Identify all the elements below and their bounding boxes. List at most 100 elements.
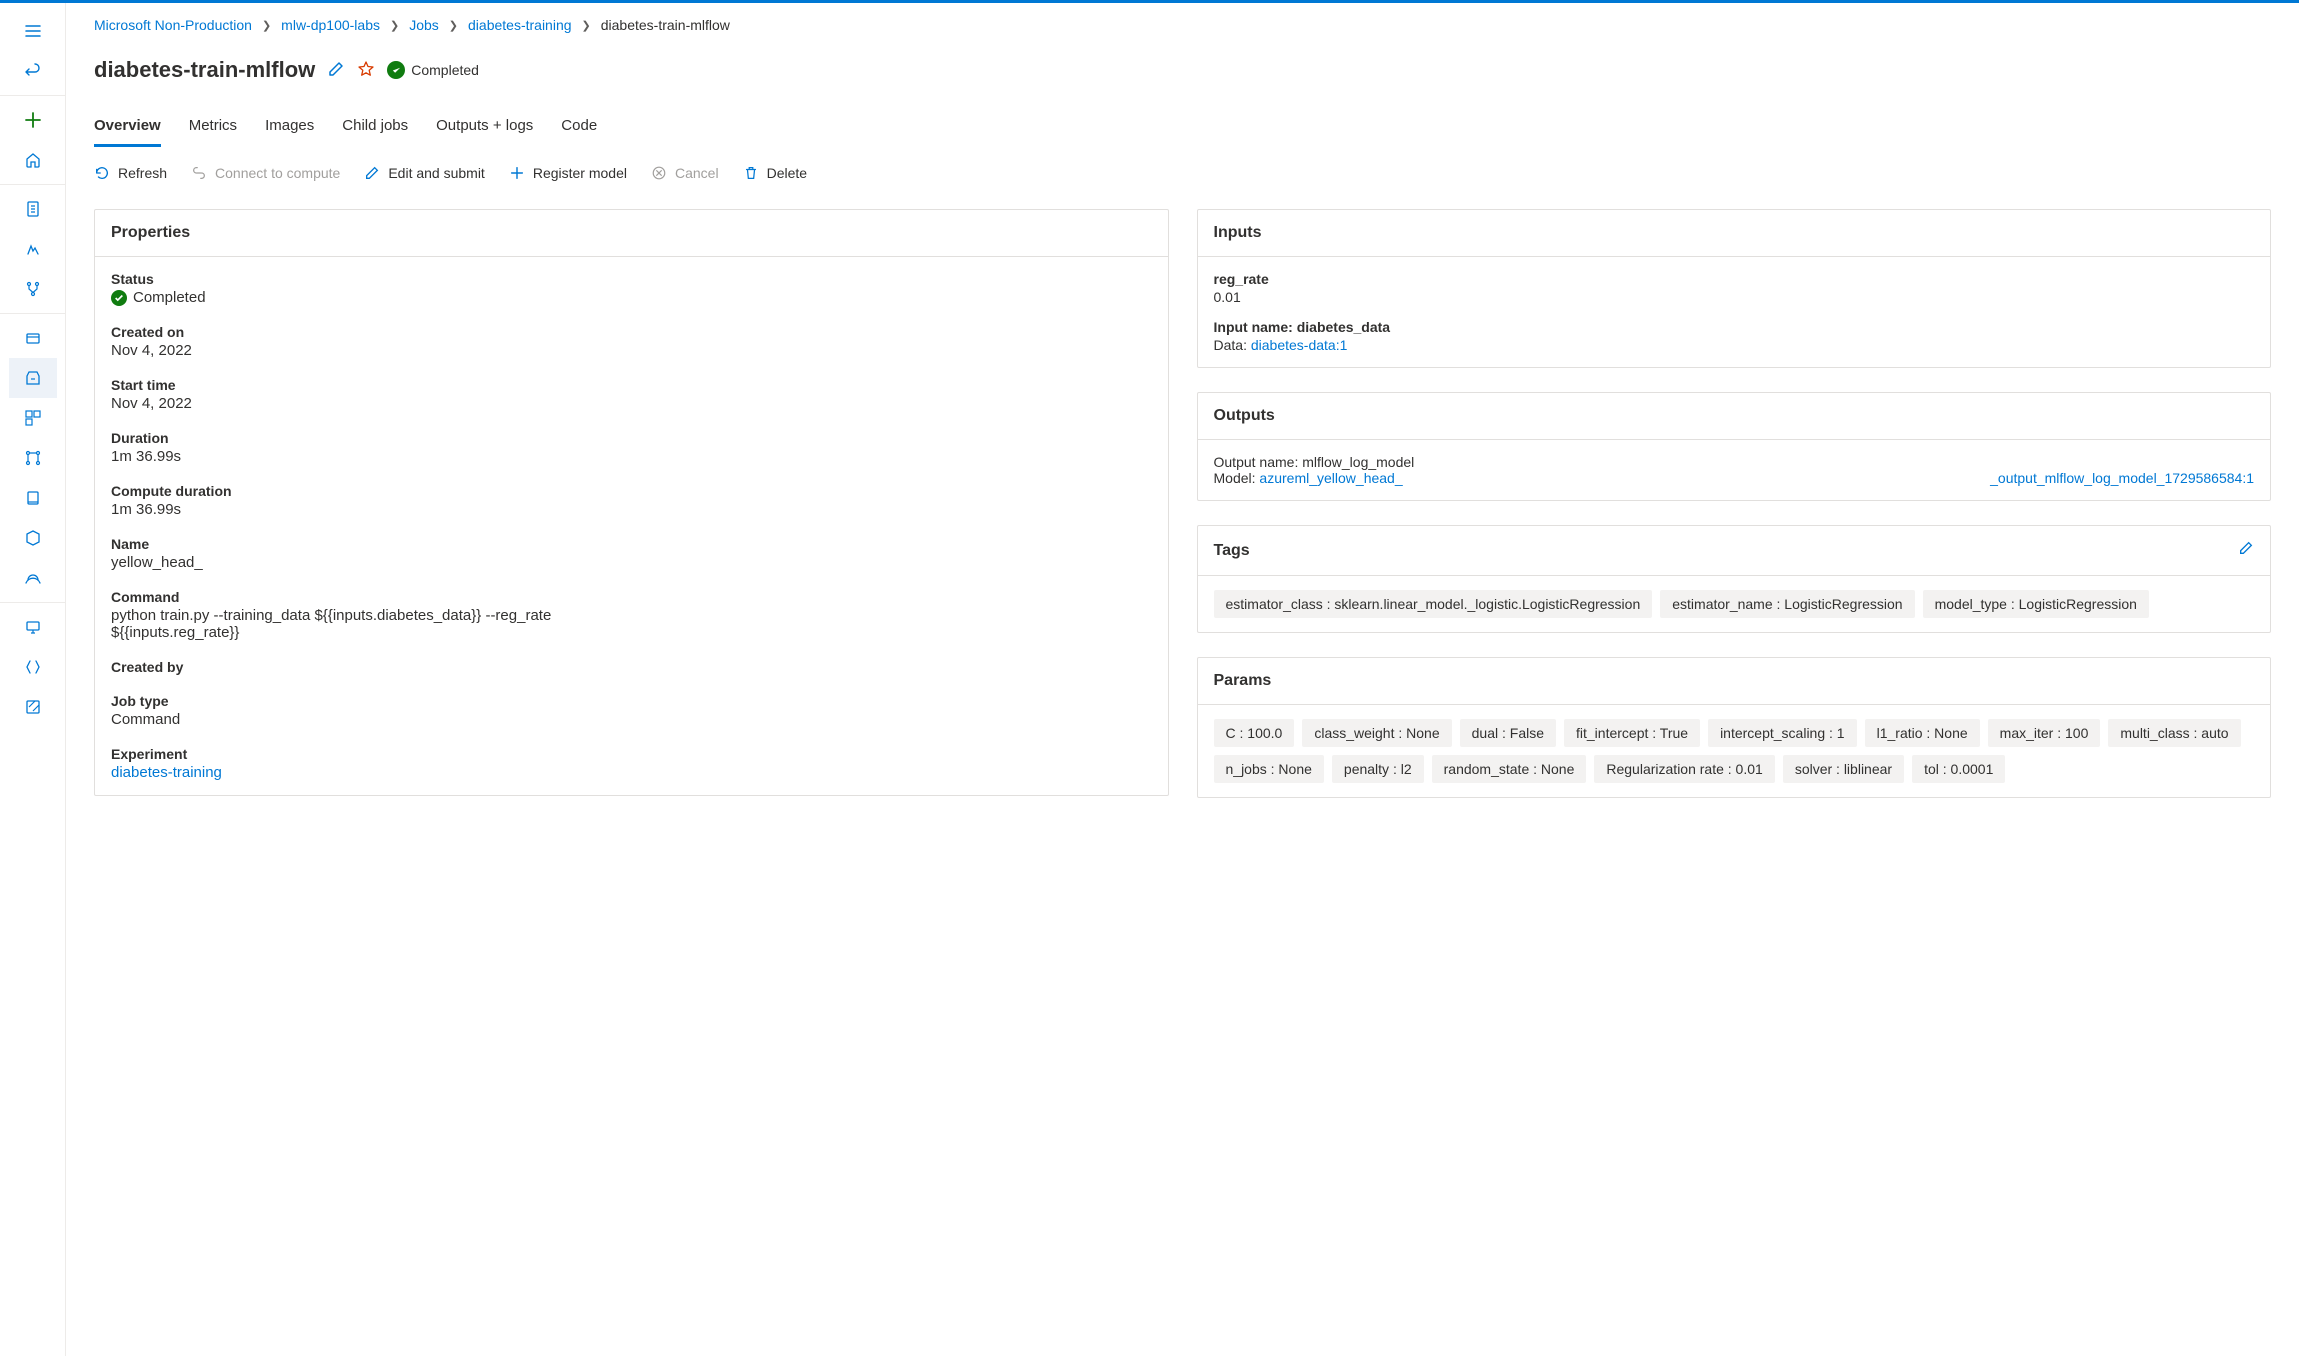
breadcrumb-item[interactable]: diabetes-training bbox=[468, 17, 572, 33]
datastores-icon[interactable] bbox=[9, 647, 57, 687]
components-icon[interactable] bbox=[9, 398, 57, 438]
sidebar bbox=[0, 3, 66, 1356]
check-circle-icon bbox=[387, 61, 405, 79]
main-content: Microsoft Non-Production ❯ mlw-dp100-lab… bbox=[66, 3, 2299, 1356]
status-value: Completed bbox=[133, 289, 206, 306]
tab-child-jobs[interactable]: Child jobs bbox=[342, 109, 408, 147]
created-on-value: Nov 4, 2022 bbox=[111, 342, 1152, 359]
properties-card: Properties Status Completed Created on N… bbox=[94, 209, 1169, 796]
inputs-header: Inputs bbox=[1198, 210, 2271, 257]
home-icon[interactable] bbox=[9, 140, 57, 180]
diabetes-data-link[interactable]: diabetes-data:1 bbox=[1251, 337, 1348, 353]
jobs-icon[interactable] bbox=[9, 358, 57, 398]
breadcrumb-item[interactable]: Jobs bbox=[409, 17, 439, 33]
notebook-icon[interactable] bbox=[9, 189, 57, 229]
menu-icon[interactable] bbox=[9, 11, 57, 51]
breadcrumb-current: diabetes-train-mlflow bbox=[601, 17, 730, 33]
command-key: Command bbox=[111, 589, 1152, 605]
toolbar: Refresh Connect to compute Edit and subm… bbox=[94, 147, 2271, 193]
connect-label: Connect to compute bbox=[215, 165, 340, 181]
models-icon[interactable] bbox=[9, 518, 57, 558]
param-chip: class_weight : None bbox=[1302, 719, 1451, 747]
pencil-icon[interactable] bbox=[2238, 540, 2254, 561]
breadcrumb-item[interactable]: Microsoft Non-Production bbox=[94, 17, 252, 33]
param-chip: intercept_scaling : 1 bbox=[1708, 719, 1857, 747]
output-name-key: Output name: mlflow_log_model bbox=[1214, 454, 2255, 470]
model-link-left[interactable]: azureml_yellow_head_ bbox=[1259, 470, 1402, 486]
cancel-button: Cancel bbox=[651, 165, 719, 181]
breadcrumb: Microsoft Non-Production ❯ mlw-dp100-lab… bbox=[94, 3, 2271, 43]
created-by-key: Created by bbox=[111, 659, 1152, 675]
tags-card: Tags estimator_class : sklearn.linear_mo… bbox=[1197, 525, 2272, 633]
breadcrumb-item[interactable]: mlw-dp100-labs bbox=[281, 17, 380, 33]
designer-icon[interactable] bbox=[9, 269, 57, 309]
status-key: Status bbox=[111, 271, 1152, 287]
tab-metrics[interactable]: Metrics bbox=[189, 109, 237, 147]
environments-icon[interactable] bbox=[9, 478, 57, 518]
status-label: Completed bbox=[411, 62, 479, 78]
param-chip: tol : 0.0001 bbox=[1912, 755, 2005, 783]
page-title: diabetes-train-mlflow bbox=[94, 57, 315, 83]
compute-duration-value: 1m 36.99s bbox=[111, 501, 1152, 518]
add-icon[interactable] bbox=[9, 100, 57, 140]
edit-label: Edit and submit bbox=[388, 165, 485, 181]
tab-outputs-logs[interactable]: Outputs + logs bbox=[436, 109, 533, 147]
name-value: yellow_head_ bbox=[111, 554, 1152, 571]
experiment-link[interactable]: diabetes-training bbox=[111, 764, 222, 781]
undo-icon[interactable] bbox=[9, 51, 57, 91]
status-badge: Completed bbox=[387, 61, 479, 79]
chevron-right-icon: ❯ bbox=[582, 19, 591, 32]
tab-code[interactable]: Code bbox=[561, 109, 597, 147]
created-on-key: Created on bbox=[111, 324, 1152, 340]
chevron-right-icon: ❯ bbox=[390, 19, 399, 32]
tab-images[interactable]: Images bbox=[265, 109, 314, 147]
outputs-card: Outputs Output name: mlflow_log_model Mo… bbox=[1197, 392, 2272, 501]
edit-submit-button[interactable]: Edit and submit bbox=[364, 165, 485, 181]
tag-chip: estimator_class : sklearn.linear_model._… bbox=[1214, 590, 1653, 618]
pencil-icon[interactable] bbox=[327, 60, 345, 81]
model-link-right[interactable]: _output_mlflow_log_model_1729586584:1 bbox=[1990, 470, 2254, 486]
params-card: Params C : 100.0class_weight : Nonedual … bbox=[1197, 657, 2272, 798]
input-name-key: Input name: diabetes_data bbox=[1214, 319, 2255, 335]
param-chip: l1_ratio : None bbox=[1865, 719, 1980, 747]
delete-button[interactable]: Delete bbox=[743, 165, 807, 181]
tag-chip: model_type : LogisticRegression bbox=[1923, 590, 2149, 618]
tab-overview[interactable]: Overview bbox=[94, 109, 161, 147]
params-chips: C : 100.0class_weight : Nonedual : False… bbox=[1214, 719, 2255, 783]
start-time-key: Start time bbox=[111, 377, 1152, 393]
data-label: Data: bbox=[1214, 337, 1251, 353]
param-chip: penalty : l2 bbox=[1332, 755, 1424, 783]
compute-icon[interactable] bbox=[9, 607, 57, 647]
chevron-right-icon: ❯ bbox=[449, 19, 458, 32]
register-label: Register model bbox=[533, 165, 627, 181]
command-value: python train.py --training_data ${{input… bbox=[111, 607, 631, 641]
param-chip: solver : liblinear bbox=[1783, 755, 1904, 783]
endpoints-icon[interactable] bbox=[9, 558, 57, 598]
job-type-key: Job type bbox=[111, 693, 1152, 709]
compute-duration-key: Compute duration bbox=[111, 483, 1152, 499]
reg-rate-key: reg_rate bbox=[1214, 271, 2255, 287]
name-key: Name bbox=[111, 536, 1152, 552]
duration-value: 1m 36.99s bbox=[111, 448, 1152, 465]
param-chip: fit_intercept : True bbox=[1564, 719, 1700, 747]
param-chip: multi_class : auto bbox=[2108, 719, 2240, 747]
data-icon[interactable] bbox=[9, 318, 57, 358]
delete-label: Delete bbox=[767, 165, 807, 181]
check-circle-icon bbox=[111, 290, 127, 306]
linked-icon[interactable] bbox=[9, 687, 57, 727]
star-icon[interactable] bbox=[357, 60, 375, 81]
params-header: Params bbox=[1198, 658, 2271, 705]
job-type-value: Command bbox=[111, 711, 1152, 728]
chevron-right-icon: ❯ bbox=[262, 19, 271, 32]
param-chip: C : 100.0 bbox=[1214, 719, 1295, 747]
refresh-label: Refresh bbox=[118, 165, 167, 181]
pipelines-icon[interactable] bbox=[9, 438, 57, 478]
register-model-button[interactable]: Register model bbox=[509, 165, 627, 181]
start-time-value: Nov 4, 2022 bbox=[111, 395, 1152, 412]
reg-rate-value: 0.01 bbox=[1214, 289, 2255, 305]
automl-icon[interactable] bbox=[9, 229, 57, 269]
outputs-header: Outputs bbox=[1198, 393, 2271, 440]
experiment-key: Experiment bbox=[111, 746, 1152, 762]
model-label: Model: bbox=[1214, 470, 1260, 486]
refresh-button[interactable]: Refresh bbox=[94, 165, 167, 181]
